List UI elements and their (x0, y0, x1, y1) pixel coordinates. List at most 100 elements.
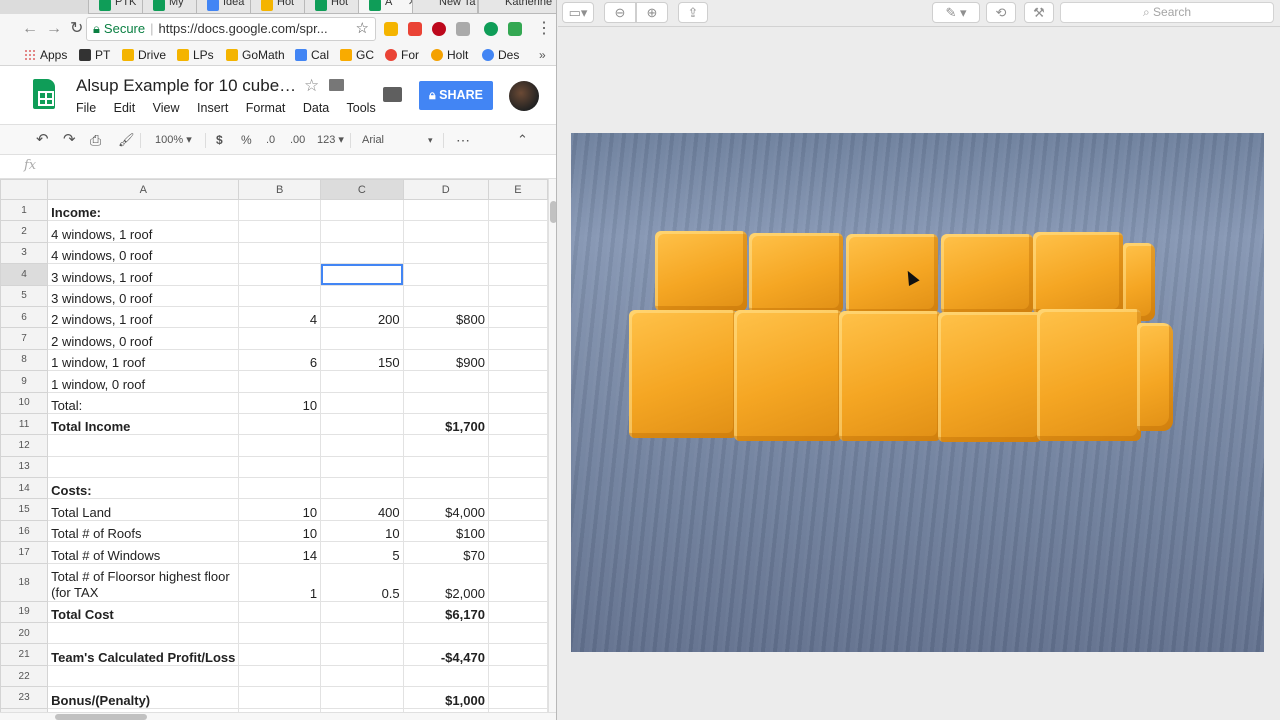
cell-b[interactable] (238, 686, 322, 709)
cell-b[interactable] (238, 600, 322, 624)
menu-format[interactable]: Format (246, 101, 286, 115)
cell-b[interactable]: 10 (238, 391, 322, 414)
cell-e[interactable] (487, 541, 548, 564)
cell-c[interactable] (320, 370, 404, 393)
cell-d[interactable] (402, 664, 489, 688)
cell-c[interactable] (320, 455, 404, 479)
row-header[interactable]: 23 (0, 686, 49, 709)
cell-c[interactable] (320, 241, 404, 265)
tab-new[interactable]: New Ta (412, 0, 478, 14)
cell-b[interactable] (238, 241, 322, 265)
column-header-c[interactable]: C (320, 179, 404, 200)
menu-data[interactable]: Data (303, 101, 329, 115)
cell-c[interactable]: 400 (320, 498, 404, 521)
comment-icon[interactable] (383, 87, 402, 102)
currency-format-button[interactable]: $ (216, 132, 223, 148)
rotate-icon[interactable]: ⟲ (986, 2, 1016, 23)
percent-format-button[interactable]: % (241, 132, 252, 148)
menu-edit[interactable]: Edit (114, 101, 136, 115)
cell-a[interactable]: 1 window, 1 roof (47, 348, 240, 372)
row-header[interactable]: 11 (0, 412, 49, 436)
undo-icon[interactable]: ↶ (36, 132, 49, 148)
cell-a[interactable]: Team's Calculated Profit/Loss (47, 643, 240, 666)
cell-a[interactable]: Total: (47, 391, 240, 414)
row-header[interactable]: 14 (0, 477, 49, 500)
cell-b[interactable]: 4 (238, 305, 322, 329)
cell-c[interactable]: 5 (320, 541, 404, 564)
cell-a[interactable]: Total # of Windows (47, 541, 240, 564)
cell-b[interactable] (238, 263, 322, 286)
bookmarks-overflow-icon[interactable]: » (539, 47, 546, 63)
kebab-menu-icon[interactable]: ⋮ (536, 20, 552, 38)
bookmark-holt[interactable]: Holt (431, 47, 468, 63)
row-header[interactable]: 7 (0, 327, 49, 350)
horizontal-scroll-thumb[interactable] (55, 714, 147, 720)
document-title[interactable]: Alsup Example for 10 cube… (76, 76, 296, 96)
cell-b[interactable]: 14 (238, 541, 322, 564)
cell-e[interactable] (487, 198, 548, 222)
cell-a[interactable]: Total Income (47, 412, 240, 436)
vertical-scroll-thumb[interactable] (550, 201, 556, 223)
row-header[interactable]: 3 (0, 241, 49, 265)
cell-c[interactable] (320, 391, 404, 414)
share-icon[interactable]: ⇪ (678, 2, 708, 23)
row-header[interactable]: 16 (0, 519, 49, 543)
cell-a[interactable]: 2 windows, 1 roof (47, 305, 240, 329)
bookmark-star-icon[interactable]: ☆ (356, 18, 369, 40)
cell-c[interactable] (320, 198, 404, 222)
row-header[interactable]: 21 (0, 643, 49, 666)
cell-e[interactable] (487, 622, 548, 645)
cell-d[interactable] (402, 622, 489, 645)
markup-icon[interactable]: ✎ ▾ (932, 2, 980, 23)
print-icon[interactable]: ⎙ (90, 132, 101, 148)
row-header[interactable]: 22 (0, 664, 49, 688)
folder-icon[interactable] (329, 79, 344, 91)
cell-e[interactable] (487, 263, 548, 286)
cell-b[interactable] (238, 412, 322, 436)
cell-d[interactable]: -$4,470 (402, 643, 489, 666)
row-header[interactable]: 17 (0, 541, 49, 564)
cell-c[interactable] (320, 686, 404, 709)
paint-format-icon[interactable]: 🖌︎ (118, 132, 135, 148)
row-header[interactable]: 9 (0, 370, 49, 393)
bookmark-for[interactable]: For (385, 47, 419, 63)
decrease-decimal-button[interactable]: .0 (266, 132, 275, 148)
select-all-corner[interactable] (0, 179, 49, 200)
avatar[interactable] (509, 81, 539, 111)
address-bar[interactable]: 🔒︎ Secure | https://docs.google.com/spr... … (86, 17, 376, 41)
cell-d[interactable]: $2,000 (402, 562, 489, 602)
cell-b[interactable] (238, 220, 322, 243)
cell-d[interactable] (402, 220, 489, 243)
cell-d[interactable]: $1,700 (402, 412, 489, 436)
extension-icon[interactable] (508, 22, 522, 36)
cell-b[interactable]: 10 (238, 498, 322, 521)
bookmark-drive[interactable]: Drive (122, 47, 166, 63)
cell-a[interactable]: 3 windows, 0 roof (47, 284, 240, 307)
cell-d[interactable] (402, 434, 489, 457)
cell-a[interactable]: 4 windows, 0 roof (47, 241, 240, 265)
cell-e[interactable] (487, 686, 548, 709)
cell-d[interactable] (402, 327, 489, 350)
cell-e[interactable] (487, 305, 548, 329)
cell-e[interactable] (487, 241, 548, 265)
cell-b[interactable] (238, 622, 322, 645)
cell-d[interactable] (402, 241, 489, 265)
menu-tools[interactable]: Tools (347, 101, 376, 115)
cell-d[interactable] (402, 455, 489, 479)
share-button[interactable]: 🔒︎ SHARE (419, 81, 493, 110)
drive-extension-icon[interactable] (384, 22, 398, 36)
cell-e[interactable] (487, 455, 548, 479)
reload-icon[interactable]: ↻ (70, 20, 83, 38)
cell-a[interactable]: Total # of Roofs (47, 519, 240, 543)
column-header-a[interactable]: A (47, 179, 240, 200)
vertical-scrollbar[interactable] (548, 179, 556, 712)
cell-c[interactable] (320, 643, 404, 666)
cell-a[interactable] (47, 664, 240, 688)
cell-a[interactable]: Total Cost (47, 600, 240, 624)
cell-c[interactable] (320, 263, 404, 286)
cell-b[interactable] (238, 327, 322, 350)
menu-view[interactable]: View (153, 101, 180, 115)
cell-a[interactable] (47, 622, 240, 645)
cell-e[interactable] (487, 391, 548, 414)
forward-icon[interactable]: → (46, 20, 62, 38)
